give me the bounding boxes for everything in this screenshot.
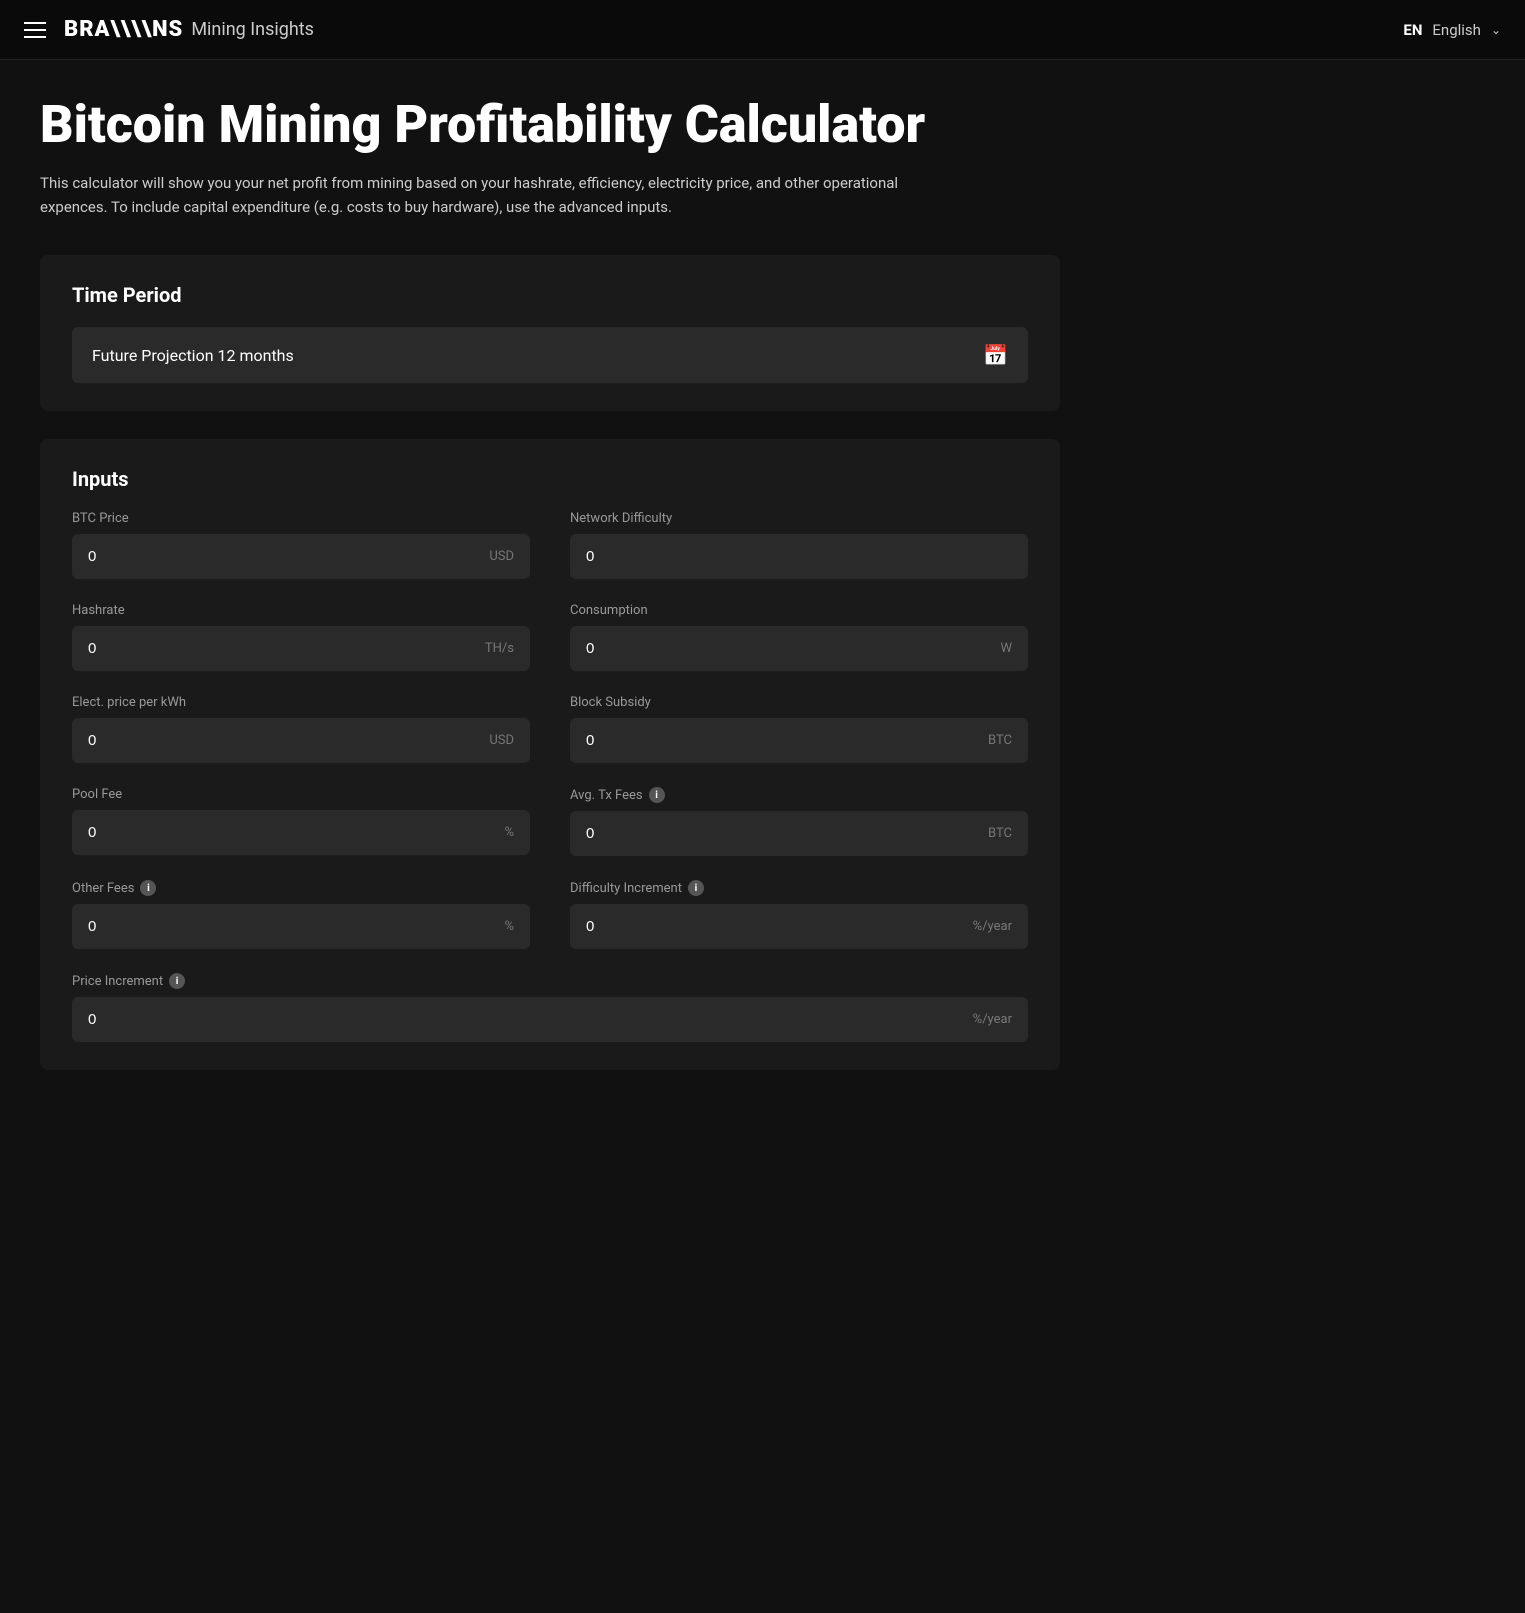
input-group-network-difficulty: Network Difficulty bbox=[570, 511, 1028, 579]
unit-hashrate: TH/s bbox=[485, 641, 514, 656]
input-group-avg-tx-fees: Avg. Tx Feesi BTC bbox=[570, 787, 1028, 856]
input-other-fees[interactable] bbox=[88, 918, 496, 935]
input-label-electricity-price: Elect. price per kWh bbox=[72, 695, 530, 710]
input-field-network-difficulty bbox=[570, 534, 1028, 579]
info-icon-price-increment[interactable]: i bbox=[169, 973, 185, 989]
inputs-section: Inputs BTC Price USD Network Difficulty Has… bbox=[40, 439, 1060, 1070]
time-period-title: Time Period bbox=[72, 283, 1028, 307]
input-field-electricity-price: USD bbox=[72, 718, 530, 763]
unit-price-increment: %/year bbox=[973, 1012, 1012, 1027]
input-field-btc-price: USD bbox=[72, 534, 530, 579]
input-consumption[interactable] bbox=[586, 640, 992, 657]
inputs-title: Inputs bbox=[72, 467, 1028, 491]
brand-logo: BRA\\\\NS bbox=[64, 17, 183, 42]
input-network-difficulty[interactable] bbox=[586, 548, 1012, 565]
info-icon-difficulty-increment[interactable]: i bbox=[688, 880, 704, 896]
input-avg-tx-fees[interactable] bbox=[586, 825, 980, 842]
input-btc-price[interactable] bbox=[88, 548, 481, 565]
input-field-price-increment: %/year bbox=[72, 997, 1028, 1042]
input-group-difficulty-increment: Difficulty Incrementi %/year bbox=[570, 880, 1028, 949]
input-group-other-fees: Other Feesi% bbox=[72, 880, 530, 949]
input-electricity-price[interactable] bbox=[88, 732, 481, 749]
input-label-btc-price: BTC Price bbox=[72, 511, 530, 526]
menu-icon[interactable] bbox=[24, 22, 46, 38]
page-title: Bitcoin Mining Profitability Calculator bbox=[40, 96, 1060, 153]
input-label-price-increment: Price Incrementi bbox=[72, 973, 1028, 989]
unit-difficulty-increment: %/year bbox=[973, 919, 1012, 934]
time-period-section: Time Period Future Projection 12 months … bbox=[40, 255, 1060, 411]
input-group-price-increment: Price Incrementi %/year bbox=[72, 973, 1028, 1042]
navbar: BRA\\\\NS Mining Insights EN English ⌄ bbox=[0, 0, 1525, 60]
navbar-left: BRA\\\\NS Mining Insights bbox=[24, 17, 314, 42]
input-label-consumption: Consumption bbox=[570, 603, 1028, 618]
input-field-other-fees: % bbox=[72, 904, 530, 949]
unit-block-subsidy: BTC bbox=[988, 733, 1012, 748]
time-period-label: Future Projection 12 months bbox=[92, 346, 294, 365]
input-label-avg-tx-fees: Avg. Tx Feesi bbox=[570, 787, 1028, 803]
input-block-subsidy[interactable] bbox=[586, 732, 980, 749]
inputs-grid: BTC Price USD Network Difficulty Hashrate TH… bbox=[72, 511, 1028, 1042]
unit-btc-price: USD bbox=[489, 549, 514, 564]
unit-consumption: W bbox=[1000, 641, 1012, 656]
input-label-other-fees: Other Feesi bbox=[72, 880, 530, 896]
page-description: This calculator will show you your net p… bbox=[40, 171, 940, 219]
input-label-pool-fee: Pool Fee bbox=[72, 787, 530, 802]
input-field-consumption: W bbox=[570, 626, 1028, 671]
input-group-consumption: Consumption W bbox=[570, 603, 1028, 671]
input-field-block-subsidy: BTC bbox=[570, 718, 1028, 763]
brand: BRA\\\\NS Mining Insights bbox=[64, 17, 314, 42]
input-field-avg-tx-fees: BTC bbox=[570, 811, 1028, 856]
input-label-hashrate: Hashrate bbox=[72, 603, 530, 618]
language-selector[interactable]: EN English ⌄ bbox=[1403, 21, 1501, 39]
input-group-btc-price: BTC Price USD bbox=[72, 511, 530, 579]
input-price-increment[interactable] bbox=[88, 1011, 965, 1028]
input-group-electricity-price: Elect. price per kWh USD bbox=[72, 695, 530, 763]
input-group-block-subsidy: Block Subsidy BTC bbox=[570, 695, 1028, 763]
input-field-hashrate: TH/s bbox=[72, 626, 530, 671]
brand-title: Mining Insights bbox=[191, 19, 314, 40]
input-difficulty-increment[interactable] bbox=[586, 918, 965, 935]
input-label-network-difficulty: Network Difficulty bbox=[570, 511, 1028, 526]
input-label-block-subsidy: Block Subsidy bbox=[570, 695, 1028, 710]
unit-pool-fee: % bbox=[504, 825, 514, 840]
lang-code: EN bbox=[1403, 21, 1422, 39]
unit-electricity-price: USD bbox=[489, 733, 514, 748]
calendar-icon: 📅 bbox=[983, 343, 1008, 367]
info-icon-other-fees[interactable]: i bbox=[140, 880, 156, 896]
input-field-difficulty-increment: %/year bbox=[570, 904, 1028, 949]
lang-text: English bbox=[1432, 21, 1481, 39]
main-content: Bitcoin Mining Profitability Calculator … bbox=[0, 60, 1100, 1158]
input-group-pool-fee: Pool Fee% bbox=[72, 787, 530, 856]
input-hashrate[interactable] bbox=[88, 640, 477, 657]
input-label-difficulty-increment: Difficulty Incrementi bbox=[570, 880, 1028, 896]
input-field-pool-fee: % bbox=[72, 810, 530, 855]
info-icon-avg-tx-fees[interactable]: i bbox=[649, 787, 665, 803]
input-pool-fee[interactable] bbox=[88, 824, 496, 841]
unit-other-fees: % bbox=[504, 919, 514, 934]
input-group-hashrate: Hashrate TH/s bbox=[72, 603, 530, 671]
unit-avg-tx-fees: BTC bbox=[988, 826, 1012, 841]
chevron-down-icon: ⌄ bbox=[1491, 23, 1501, 37]
time-period-dropdown[interactable]: Future Projection 12 months 📅 bbox=[72, 327, 1028, 383]
